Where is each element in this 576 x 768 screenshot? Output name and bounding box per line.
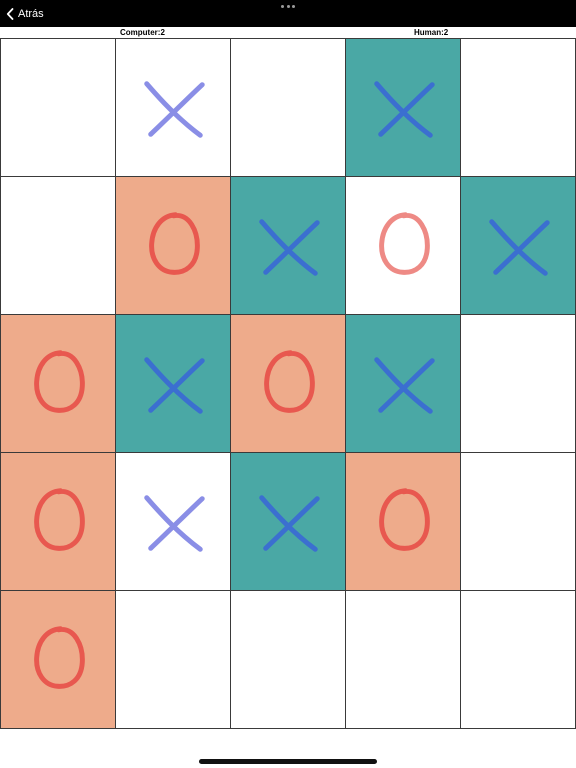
board-cell-r5-c4[interactable]	[345, 590, 461, 729]
top-bar: Atrás	[0, 0, 576, 27]
x-mark-icon	[489, 219, 550, 276]
o-mark-icon	[379, 212, 430, 275]
x-mark-icon	[144, 357, 205, 414]
board-cell-r4-c5[interactable]	[460, 452, 576, 591]
x-mark-icon	[259, 495, 320, 552]
board-cell-r3-c4[interactable]	[345, 314, 461, 453]
board-cell-r3-c2[interactable]	[115, 314, 231, 453]
score-bar: Computer:2 Human:2	[0, 27, 576, 38]
board-cell-r3-c5[interactable]	[460, 314, 576, 453]
o-mark-icon	[149, 212, 200, 275]
o-mark-icon	[34, 626, 85, 689]
board-cell-r2-c1[interactable]	[0, 176, 116, 315]
more-dots-icon[interactable]	[281, 3, 295, 9]
board-cell-r4-c3[interactable]	[230, 452, 346, 591]
board-cell-r1-c5[interactable]	[460, 38, 576, 177]
human-score: Human:2	[414, 28, 449, 37]
board-cell-r5-c2[interactable]	[115, 590, 231, 729]
board-cell-r2-c2[interactable]	[115, 176, 231, 315]
o-mark-icon	[379, 488, 430, 551]
board-cell-r5-c1[interactable]	[0, 590, 116, 729]
board-cell-r1-c1[interactable]	[0, 38, 116, 177]
o-mark-icon	[264, 350, 315, 413]
board-cell-r1-c2[interactable]	[115, 38, 231, 177]
board-cell-r4-c1[interactable]	[0, 452, 116, 591]
board-cell-r5-c3[interactable]	[230, 590, 346, 729]
x-mark-icon	[259, 219, 320, 276]
board-cell-r4-c4[interactable]	[345, 452, 461, 591]
back-label: Atrás	[18, 8, 44, 20]
x-mark-icon	[144, 495, 205, 552]
board-cell-r1-c4[interactable]	[345, 38, 461, 177]
chevron-left-icon	[6, 8, 14, 20]
board-cell-r1-c3[interactable]	[230, 38, 346, 177]
game-board	[0, 38, 576, 729]
o-mark-icon	[34, 488, 85, 551]
board-cell-r5-c5[interactable]	[460, 590, 576, 729]
x-mark-icon	[374, 81, 435, 138]
board-cell-r4-c2[interactable]	[115, 452, 231, 591]
x-mark-icon	[374, 357, 435, 414]
board-cell-r3-c1[interactable]	[0, 314, 116, 453]
board-cell-r2-c3[interactable]	[230, 176, 346, 315]
x-mark-icon	[144, 81, 205, 138]
o-mark-icon	[34, 350, 85, 413]
back-button[interactable]: Atrás	[6, 6, 44, 22]
board-cell-r3-c3[interactable]	[230, 314, 346, 453]
home-indicator	[199, 759, 377, 764]
computer-score: Computer:2	[120, 28, 165, 37]
board-cell-r2-c4[interactable]	[345, 176, 461, 315]
board-cell-r2-c5[interactable]	[460, 176, 576, 315]
